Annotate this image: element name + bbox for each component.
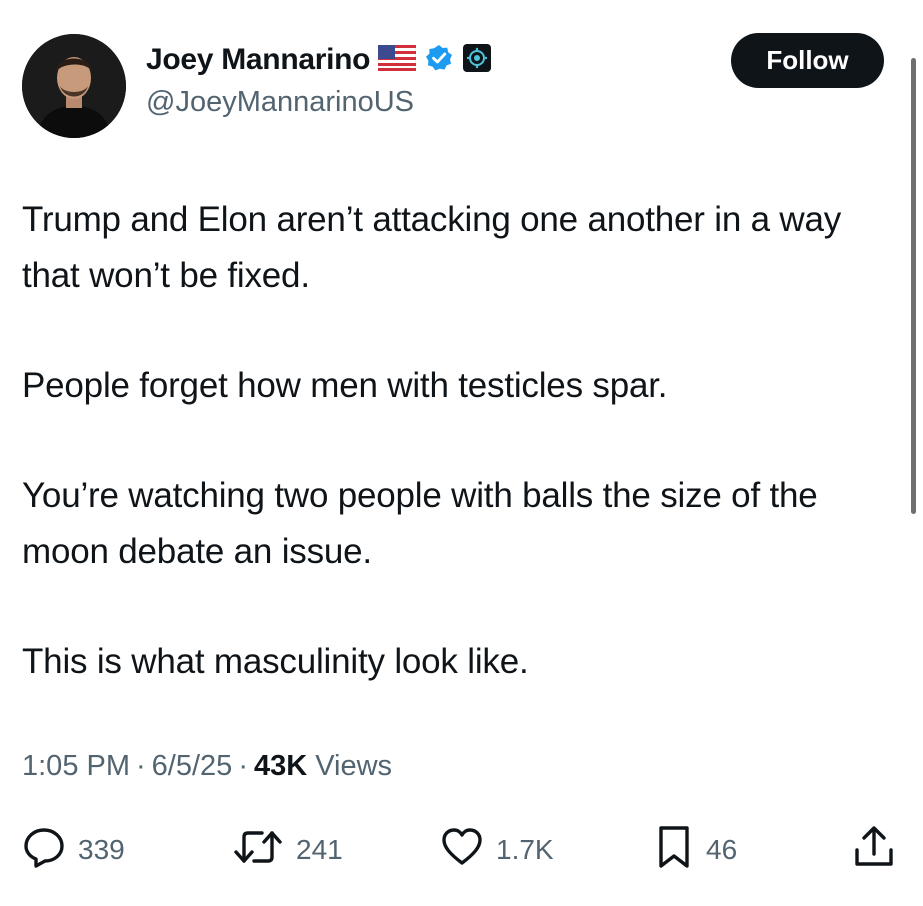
meta-separator: · xyxy=(136,750,146,782)
bookmark-icon xyxy=(654,824,694,877)
author-handle[interactable]: @JoeyMannarinoUS xyxy=(146,86,414,119)
tweet-paragraph: This is what masculinity look like. xyxy=(22,642,529,681)
avatar[interactable] xyxy=(22,34,126,138)
tweet-date[interactable]: 6/5/25 xyxy=(152,750,233,783)
views-count: 43K xyxy=(253,750,308,782)
meta-separator: · xyxy=(238,750,248,782)
verified-badge-icon[interactable] xyxy=(424,43,454,78)
follow-button[interactable]: Follow xyxy=(731,33,884,88)
tweet-text: Trump and Elon aren’t attacking one anot… xyxy=(22,192,902,690)
repost-icon xyxy=(232,825,284,876)
tweet-meta: 1:05 PM · 6/5/25 · 43K Views xyxy=(22,750,392,783)
tweet-time[interactable]: 1:05 PM xyxy=(22,750,130,783)
tweet-paragraph: Trump and Elon aren’t attacking one anot… xyxy=(22,200,842,295)
share-icon xyxy=(852,824,896,877)
bookmark-count: 46 xyxy=(706,834,738,865)
heart-icon xyxy=(440,825,484,876)
us-flag-icon xyxy=(377,44,417,76)
action-bar: 339 241 1.7K 46 xyxy=(0,822,923,878)
tweet-paragraph: People forget how men with testicles spa… xyxy=(22,366,668,405)
scrollbar[interactable] xyxy=(911,58,916,514)
repost-count: 241 xyxy=(296,834,343,865)
repost-button[interactable]: 241 xyxy=(232,822,343,878)
reply-button[interactable]: 339 xyxy=(22,822,125,878)
bookmark-button[interactable]: 46 xyxy=(654,822,737,878)
like-button[interactable]: 1.7K xyxy=(440,822,554,878)
views-label: Views xyxy=(315,750,393,782)
tweet-paragraph: You’re watching two people with balls th… xyxy=(22,476,818,571)
affiliate-badge-icon[interactable] xyxy=(462,43,492,78)
author-display-name[interactable]: Joey Mannarino xyxy=(146,43,370,77)
author-name-row: Joey Mannarino xyxy=(146,40,492,80)
reply-icon xyxy=(22,825,66,876)
reply-count: 339 xyxy=(78,834,125,865)
like-count: 1.7K xyxy=(496,834,554,865)
share-button[interactable] xyxy=(852,822,896,878)
